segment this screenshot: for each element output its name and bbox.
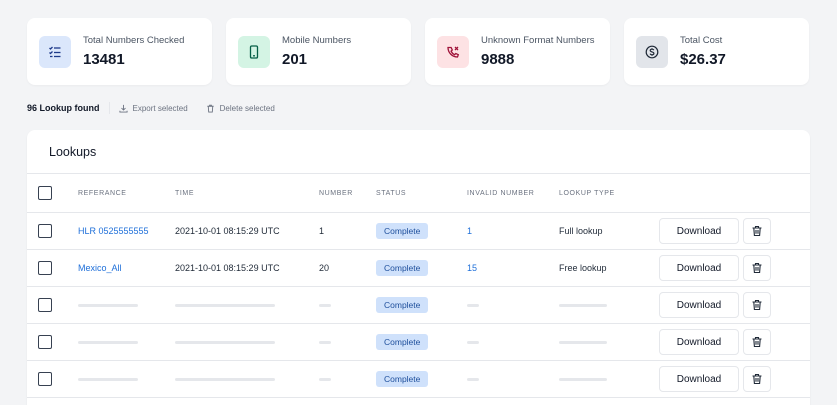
skeleton-placeholder — [559, 377, 607, 381]
trash-icon — [752, 336, 762, 348]
lookup-toolbar: 96 Lookup found Export selected Delete s… — [27, 102, 293, 114]
skeleton-placeholder — [559, 303, 607, 307]
col-lookup-type[interactable]: LOOKUP TYPE — [559, 174, 615, 212]
stat-card-total-cost: Total Cost $26.37 — [624, 18, 809, 85]
delete-row-button[interactable] — [743, 366, 771, 392]
status-badge: Complete — [376, 371, 429, 387]
status-badge: Complete — [376, 223, 429, 239]
skeleton-placeholder — [467, 340, 479, 344]
row-checkbox[interactable] — [38, 224, 52, 238]
download-button[interactable]: Download — [659, 292, 739, 318]
reference-link[interactable]: Mexico_All — [78, 250, 122, 286]
skeleton-placeholder — [319, 377, 331, 381]
row-checkbox[interactable] — [38, 372, 52, 386]
row-checkbox[interactable] — [38, 261, 52, 275]
skeleton-placeholder — [78, 303, 138, 307]
table-row: Complete Download — [27, 324, 810, 361]
mobile-icon — [238, 35, 270, 68]
col-number[interactable]: NUMBER — [319, 174, 353, 212]
dollar-icon — [636, 35, 668, 68]
col-reference[interactable]: REFERANCE — [78, 174, 127, 212]
lookups-panel: Lookups REFERANCE TIME NUMBER STATUS INV… — [27, 130, 810, 405]
stat-label: Total Cost — [680, 35, 723, 46]
invalid-number-link[interactable]: 1 — [467, 213, 472, 249]
lookup-count: 96 Lookup found — [27, 103, 100, 113]
col-invalid-number[interactable]: INVALID NUMBER — [467, 174, 534, 212]
skeleton-placeholder — [467, 303, 479, 307]
table-row: Complete Download — [27, 287, 810, 324]
row-checkbox[interactable] — [38, 335, 52, 349]
table-row: HLR 0525555555 2021-10-01 08:15:29 UTC 1… — [27, 213, 810, 250]
delete-row-button[interactable] — [743, 292, 771, 318]
number-cell: 1 — [319, 226, 325, 236]
lookup-type-cell: Free lookup — [559, 263, 607, 273]
skeleton-placeholder — [559, 340, 607, 344]
stat-card-mobile: Mobile Numbers 201 — [226, 18, 411, 85]
skeleton-placeholder — [175, 303, 275, 307]
select-all-checkbox[interactable] — [38, 186, 52, 200]
table-header: REFERANCE TIME NUMBER STATUS INVALID NUM… — [27, 174, 810, 213]
skeleton-placeholder — [78, 377, 138, 381]
export-selected-button[interactable]: Export selected — [118, 103, 188, 113]
delete-row-button[interactable] — [743, 329, 771, 355]
phone-missed-icon — [437, 35, 469, 68]
col-time[interactable]: TIME — [175, 174, 194, 212]
delete-row-button[interactable] — [743, 218, 771, 244]
download-button[interactable]: Download — [659, 218, 739, 244]
stats-cards: Total Numbers Checked 13481 Mobile Numbe… — [27, 18, 809, 85]
delete-row-button[interactable] — [743, 255, 771, 281]
skeleton-placeholder — [467, 377, 479, 381]
trash-icon — [752, 262, 762, 274]
panel-title: Lookups — [27, 130, 810, 174]
stat-value: 13481 — [83, 51, 125, 68]
lookup-type-cell: Full lookup — [559, 226, 603, 236]
trash-icon — [752, 373, 762, 385]
table-row: Mexico_All 2021-10-01 08:15:29 UTC 20 Co… — [27, 250, 810, 287]
invalid-number-link[interactable]: 15 — [467, 250, 477, 286]
time-cell: 2021-10-01 08:15:29 UTC — [175, 263, 280, 273]
skeleton-placeholder — [319, 303, 331, 307]
status-badge: Complete — [376, 297, 429, 313]
skeleton-placeholder — [175, 340, 275, 344]
row-checkbox[interactable] — [38, 298, 52, 312]
download-button[interactable]: Download — [659, 329, 739, 355]
download-button[interactable]: Download — [659, 255, 739, 281]
export-selected-label: Export selected — [132, 103, 188, 113]
download-icon — [118, 104, 128, 113]
skeleton-placeholder — [319, 340, 331, 344]
stat-value: $26.37 — [680, 51, 726, 68]
stat-card-unknown-format: Unknown Format Numbers 9888 — [425, 18, 610, 85]
stat-card-total-checked: Total Numbers Checked 13481 — [27, 18, 212, 85]
status-badge: Complete — [376, 334, 429, 350]
skeleton-placeholder — [78, 340, 138, 344]
trash-icon — [206, 104, 214, 113]
stat-label: Mobile Numbers — [282, 35, 352, 46]
trash-icon — [752, 299, 762, 311]
stat-label: Total Numbers Checked — [83, 35, 185, 46]
checklist-icon — [39, 35, 71, 68]
download-button[interactable]: Download — [659, 366, 739, 392]
stat-value: 201 — [282, 51, 308, 68]
trash-icon — [752, 225, 762, 237]
number-cell: 20 — [319, 263, 330, 273]
skeleton-placeholder — [175, 377, 275, 381]
table-row: Complete Download — [27, 361, 810, 398]
delete-selected-button[interactable]: Delete selected — [206, 104, 275, 113]
reference-link[interactable]: HLR 0525555555 — [78, 213, 149, 249]
delete-selected-label: Delete selected — [219, 103, 275, 113]
stat-value: 9888 — [481, 51, 515, 68]
divider — [108, 102, 110, 114]
status-badge: Complete — [376, 260, 429, 276]
col-status[interactable]: STATUS — [376, 174, 406, 212]
time-cell: 2021-10-01 08:15:29 UTC — [175, 226, 280, 236]
stat-label: Unknown Format Numbers — [481, 35, 595, 46]
